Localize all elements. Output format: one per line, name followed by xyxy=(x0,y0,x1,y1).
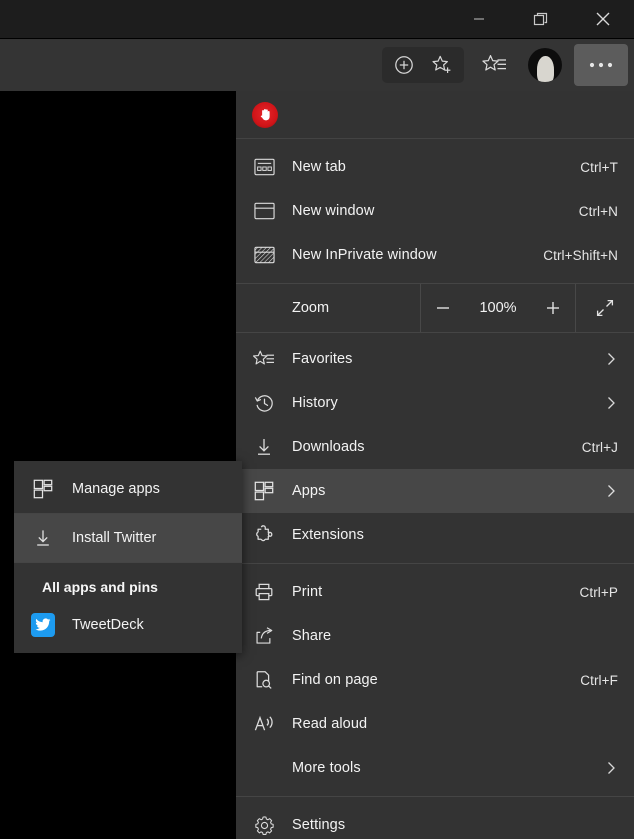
settings-and-more-menu: New tab Ctrl+T New window Ctrl+N New InP… xyxy=(236,91,634,839)
twitter-badge xyxy=(31,613,55,637)
menu-item-new-tab[interactable]: New tab Ctrl+T xyxy=(236,145,634,189)
chevron-right-icon xyxy=(604,761,618,775)
menu-item-favorites[interactable]: Favorites xyxy=(236,337,634,381)
avatar[interactable] xyxy=(528,48,562,82)
twitter-icon xyxy=(14,613,72,637)
menu-item-share[interactable]: Share xyxy=(236,614,634,658)
menu-item-accelerator: Ctrl+F xyxy=(580,672,618,688)
menu-item-find-on-page[interactable]: Find on page Ctrl+F xyxy=(236,658,634,702)
menu-item-accelerator: Ctrl+N xyxy=(578,203,618,219)
restore-button[interactable] xyxy=(510,0,572,38)
menu-item-accelerator: Ctrl+J xyxy=(581,439,618,455)
zoom-label: Zoom xyxy=(292,300,330,316)
find-on-page-icon xyxy=(236,658,292,702)
window-controls xyxy=(448,0,634,38)
menu-item-label: Downloads xyxy=(292,439,365,455)
menu-item-label: History xyxy=(292,395,338,411)
zoom-in-button[interactable] xyxy=(531,284,575,332)
zoom-out-button[interactable] xyxy=(421,284,465,332)
favorites-icon xyxy=(236,337,292,381)
history-icon xyxy=(236,381,292,425)
new-tab-icon xyxy=(236,145,292,189)
avatar-image xyxy=(536,56,554,82)
star-plus-icon[interactable] xyxy=(423,47,461,83)
submenu-heading-all-apps: All apps and pins xyxy=(42,579,158,595)
ellipsis-icon[interactable] xyxy=(574,44,628,86)
submenu-item-label: Manage apps xyxy=(72,481,160,497)
menu-item-label: Read aloud xyxy=(292,716,368,732)
menu-item-label: New InPrivate window xyxy=(292,247,437,263)
menu-section-tools: Print Ctrl+P Share Find on page Ctrl+F R… xyxy=(236,564,634,796)
more-tools-spacer xyxy=(236,746,292,790)
submenu-item-tweetdeck[interactable]: TweetDeck xyxy=(14,603,242,647)
gear-icon xyxy=(236,803,292,839)
submenu-item-label: Install Twitter xyxy=(72,530,157,546)
menu-item-label: Extensions xyxy=(292,527,364,543)
circle-plus-icon[interactable] xyxy=(385,47,423,83)
submenu-item-manage-apps[interactable]: Manage apps xyxy=(14,465,242,513)
apps-icon xyxy=(14,479,72,499)
share-icon xyxy=(236,614,292,658)
submenu-item-label: TweetDeck xyxy=(72,617,144,633)
zoom-value: 100% xyxy=(479,300,517,316)
chevron-right-icon xyxy=(604,396,618,410)
browser-window: New tab Ctrl+T New window Ctrl+N New InP… xyxy=(0,0,634,839)
menu-section-settings: Settings xyxy=(236,797,634,839)
title-bar xyxy=(0,0,634,38)
menu-item-label: New tab xyxy=(292,159,346,175)
menu-item-print[interactable]: Print Ctrl+P xyxy=(236,570,634,614)
blocker-extension-icon[interactable] xyxy=(252,101,278,128)
inprivate-window-icon xyxy=(236,233,292,277)
print-icon xyxy=(236,570,292,614)
menu-item-label: Apps xyxy=(292,483,326,499)
menu-item-label: Settings xyxy=(292,817,346,833)
new-window-icon xyxy=(236,189,292,233)
zoom-row: Zoom 100% xyxy=(236,283,634,333)
menu-item-apps[interactable]: Apps xyxy=(236,469,634,513)
read-aloud-icon xyxy=(236,702,292,746)
menu-item-new-window[interactable]: New window Ctrl+N xyxy=(236,189,634,233)
menu-item-history[interactable]: History xyxy=(236,381,634,425)
extensions-icon xyxy=(236,513,292,557)
install-icon xyxy=(14,528,72,548)
menu-item-extensions[interactable]: Extensions xyxy=(236,513,634,557)
menu-item-accelerator: Ctrl+T xyxy=(580,159,618,175)
menu-item-downloads[interactable]: Downloads Ctrl+J xyxy=(236,425,634,469)
menu-header xyxy=(236,91,634,139)
menu-item-accelerator: Ctrl+P xyxy=(579,584,618,600)
menu-item-label: Print xyxy=(292,584,323,600)
submenu-item-install-twitter[interactable]: Install Twitter xyxy=(14,514,242,562)
apps-icon xyxy=(236,469,292,513)
favorites-list-icon[interactable] xyxy=(476,47,514,83)
menu-item-read-aloud[interactable]: Read aloud xyxy=(236,702,634,746)
menu-item-label: More tools xyxy=(292,760,361,776)
menu-item-settings[interactable]: Settings xyxy=(236,803,634,839)
menu-item-label: Find on page xyxy=(292,672,378,688)
menu-section-new: New tab Ctrl+T New window Ctrl+N New InP… xyxy=(236,139,634,283)
minimize-button[interactable] xyxy=(448,0,510,38)
close-button[interactable] xyxy=(572,0,634,38)
menu-item-new-inprivate-window[interactable]: New InPrivate window Ctrl+Shift+N xyxy=(236,233,634,277)
zoom-controls: 100% xyxy=(420,284,576,332)
menu-item-label: Favorites xyxy=(292,351,353,367)
menu-item-label: New window xyxy=(292,203,375,219)
menu-section-browse: Favorites History Downloads Ctrl+J Apps … xyxy=(236,333,634,557)
apps-submenu: Manage apps Install Twitter All apps and… xyxy=(14,461,242,653)
menu-item-more-tools[interactable]: More tools xyxy=(236,746,634,790)
chevron-right-icon xyxy=(604,352,618,366)
chevron-right-icon xyxy=(604,484,618,498)
toolbar-actions xyxy=(382,39,628,91)
menu-item-label: Share xyxy=(292,628,332,644)
toolbar-collections-group xyxy=(382,47,464,83)
downloads-icon xyxy=(236,425,292,469)
browser-toolbar xyxy=(0,39,634,91)
menu-item-accelerator: Ctrl+Shift+N xyxy=(543,247,618,263)
fullscreen-button[interactable] xyxy=(576,284,634,332)
